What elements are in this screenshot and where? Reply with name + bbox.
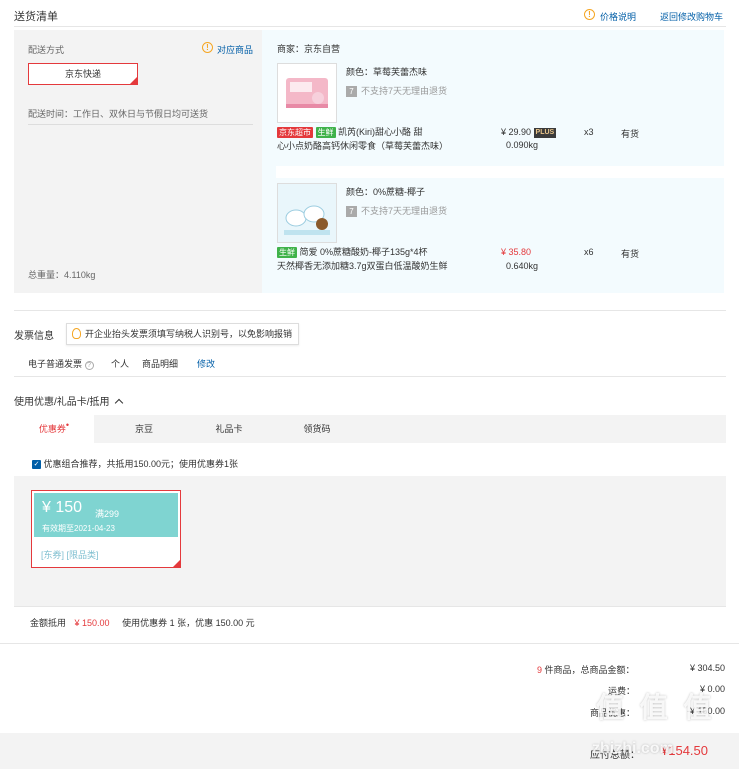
coupon-summary: 金额抵用 ¥ 150.00 使用优惠券 1 张，优惠 150.00 元 bbox=[30, 616, 255, 629]
fresh-tag: 生鲜 bbox=[277, 247, 297, 259]
recommend-option[interactable]: ✓ 优惠组合推荐，共抵用150.00元；使用优惠券1张 bbox=[32, 457, 238, 470]
divider bbox=[14, 310, 726, 311]
info-icon: ! bbox=[584, 9, 595, 20]
product-stock: 有货 bbox=[621, 249, 640, 259]
invoice-type: 电子普通发票 ? bbox=[28, 357, 94, 370]
back-to-cart-link[interactable]: 返回修改购物车 bbox=[660, 10, 723, 23]
map-goods-link[interactable]: 对应商品 bbox=[217, 43, 253, 56]
chevron-up-icon bbox=[115, 398, 124, 408]
no-return-icon: 7 bbox=[346, 206, 357, 218]
shipping-method-label: 配送方式 bbox=[28, 45, 65, 55]
product-price-value: ¥ 29.90 bbox=[501, 127, 532, 137]
divider bbox=[14, 26, 726, 27]
jd-supermarket-tag: 京东超市 bbox=[277, 127, 313, 139]
invoice-title: 发票信息 bbox=[14, 331, 54, 342]
product-name-line2: 天然椰香无添加糖3.7g双蛋白低温酸奶生鲜 bbox=[277, 261, 448, 271]
coupon-section-toggle[interactable]: 使用优惠/礼品卡/抵用 bbox=[14, 393, 124, 408]
invoice-person: 个人 bbox=[111, 359, 130, 369]
checkbox-checked-icon[interactable]: ✓ bbox=[32, 460, 41, 470]
product-attr: 颜色：草莓芙蕾杰味 bbox=[346, 67, 428, 77]
watermark-logo: 值 值 值 bbox=[596, 692, 716, 723]
shipping-method-label-text: 京东快递 bbox=[64, 69, 101, 79]
goods-count: 9 件商品，总商品金额： bbox=[537, 663, 635, 676]
no-return-text: 不支持7天无理由退货 bbox=[361, 206, 448, 216]
tab-jingdou[interactable]: 京豆 bbox=[114, 415, 174, 443]
tab-gift-card[interactable]: 礼品卡 bbox=[199, 415, 259, 443]
shipping-time-value: 工作日、双休日与节假日均可送货 bbox=[73, 109, 209, 119]
product-qty: x6 bbox=[584, 247, 594, 257]
goods-amount: ¥ 304.50 bbox=[689, 663, 725, 673]
product-image[interactable] bbox=[277, 183, 337, 243]
product-stock: 有货 bbox=[621, 129, 640, 139]
total-weight: 总重量：4.110kg bbox=[28, 268, 95, 281]
product-weight: 0.640kg bbox=[506, 261, 539, 271]
product-name-line1: 凯芮(Kiri)甜心小酪 甜 bbox=[338, 127, 423, 137]
goods-count-text: 件商品，总商品金额： bbox=[544, 665, 635, 675]
coupon-amount: ¥ 150 bbox=[42, 499, 83, 516]
invoice-type-label: 电子普通发票 bbox=[28, 359, 83, 369]
total-weight-label: 总重量： bbox=[28, 270, 65, 280]
product-qty: x3 bbox=[584, 127, 594, 137]
coupon-summary-text: 使用优惠券 1 张，优惠 150.00 元 bbox=[122, 618, 255, 628]
info-icon: ! bbox=[202, 42, 213, 53]
invoice-edit-link[interactable]: 修改 bbox=[197, 357, 215, 370]
product-weight: 0.090kg bbox=[506, 140, 539, 150]
watermark-site: zhizhi.com bbox=[592, 740, 674, 757]
no-return-icon: 7 bbox=[346, 86, 357, 98]
selected-corner-icon bbox=[172, 559, 181, 568]
shipping-method-button[interactable]: 京东快递 bbox=[28, 63, 138, 85]
invoice-tip-text: 开企业抬头发票须填写纳税人识别号，以免影响报销 bbox=[85, 329, 293, 339]
total-weight-value: 4.110kg bbox=[64, 270, 96, 280]
coupon-card-header: ¥ 150 满299 有效期至2021-04-23 bbox=[34, 493, 178, 537]
coupon-tabs: 优惠券• 京豆 礼品卡 领货码 bbox=[14, 415, 726, 443]
goods-count-number: 9 bbox=[537, 665, 543, 675]
shipping-time-label: 配送时间： bbox=[28, 109, 74, 119]
coupon-summary-label: 金额抵用 bbox=[30, 618, 67, 628]
product-name-line2: 心小点奶酪高钙休闲零食（草莓芙蕾杰味） bbox=[277, 141, 449, 151]
divider bbox=[0, 643, 739, 644]
product-name-line1: 简爱 0%蔗糖酸奶-椰子135g*4杯 bbox=[299, 247, 428, 257]
coupon-section-title: 使用优惠/礼品卡/抵用 bbox=[14, 397, 110, 408]
invoice-detail: 商品明细 bbox=[142, 359, 179, 369]
selected-corner-icon bbox=[129, 76, 138, 85]
product-price: ¥ 29.90 PLUS bbox=[501, 127, 557, 138]
tab-coupon-label: 优惠券 bbox=[38, 424, 66, 434]
fresh-tag: 生鲜 bbox=[315, 127, 336, 139]
divider bbox=[14, 606, 726, 607]
recommend-text: 优惠组合推荐，共抵用150.00元；使用优惠券1张 bbox=[43, 459, 239, 469]
coupon-threshold: 满299 bbox=[95, 509, 120, 519]
divider bbox=[14, 376, 726, 377]
seller-name: 商家：京东自营 bbox=[277, 44, 341, 54]
price-note-link[interactable]: 价格说明 bbox=[600, 10, 636, 23]
product-attr: 颜色：0%蔗糖-椰子 bbox=[346, 187, 426, 197]
product-price: ¥ 35.80 bbox=[501, 247, 532, 257]
no-return-text: 不支持7天无理由退货 bbox=[361, 86, 448, 96]
no-return-note: 7 不支持7天无理由退货 bbox=[346, 204, 448, 218]
active-dot-icon: • bbox=[65, 420, 70, 430]
plus-badge: PLUS bbox=[533, 127, 557, 138]
divider bbox=[28, 124, 253, 125]
product-name[interactable]: 京东超市 生鲜 凯芮(Kiri)甜心小酪 甜 心小点奶酪高钙休闲零食（草莓芙蕾杰… bbox=[277, 125, 467, 153]
coupon-card[interactable]: ¥ 150 满299 有效期至2021-04-23 [东券] [限品类] bbox=[31, 490, 181, 568]
coupon-expiry: 有效期至2021-04-23 bbox=[42, 524, 115, 533]
invoice-tip: 开企业抬头发票须填写纳税人识别号，以免影响报销 bbox=[66, 323, 300, 345]
no-return-note: 7 不支持7天无理由退货 bbox=[346, 84, 448, 98]
page-title: 送货清单 bbox=[14, 11, 58, 23]
help-icon[interactable]: ? bbox=[84, 361, 94, 370]
product-image[interactable] bbox=[277, 63, 337, 123]
tab-redeem-code[interactable]: 领货码 bbox=[287, 415, 347, 443]
coupon-scope: [东券] [限品类] bbox=[41, 550, 99, 560]
tab-coupon[interactable]: 优惠券• bbox=[14, 415, 94, 443]
product-name[interactable]: 生鲜 简爱 0%蔗糖酸奶-椰子135g*4杯 天然椰香无添加糖3.7g双蛋白低温… bbox=[277, 245, 467, 273]
goods-divider bbox=[276, 166, 724, 178]
coupon-summary-amount: ¥ 150.00 bbox=[74, 618, 110, 628]
shipping-time: 配送时间：工作日、双休日与节假日均可送货 bbox=[28, 107, 208, 120]
lightbulb-icon bbox=[72, 328, 81, 339]
